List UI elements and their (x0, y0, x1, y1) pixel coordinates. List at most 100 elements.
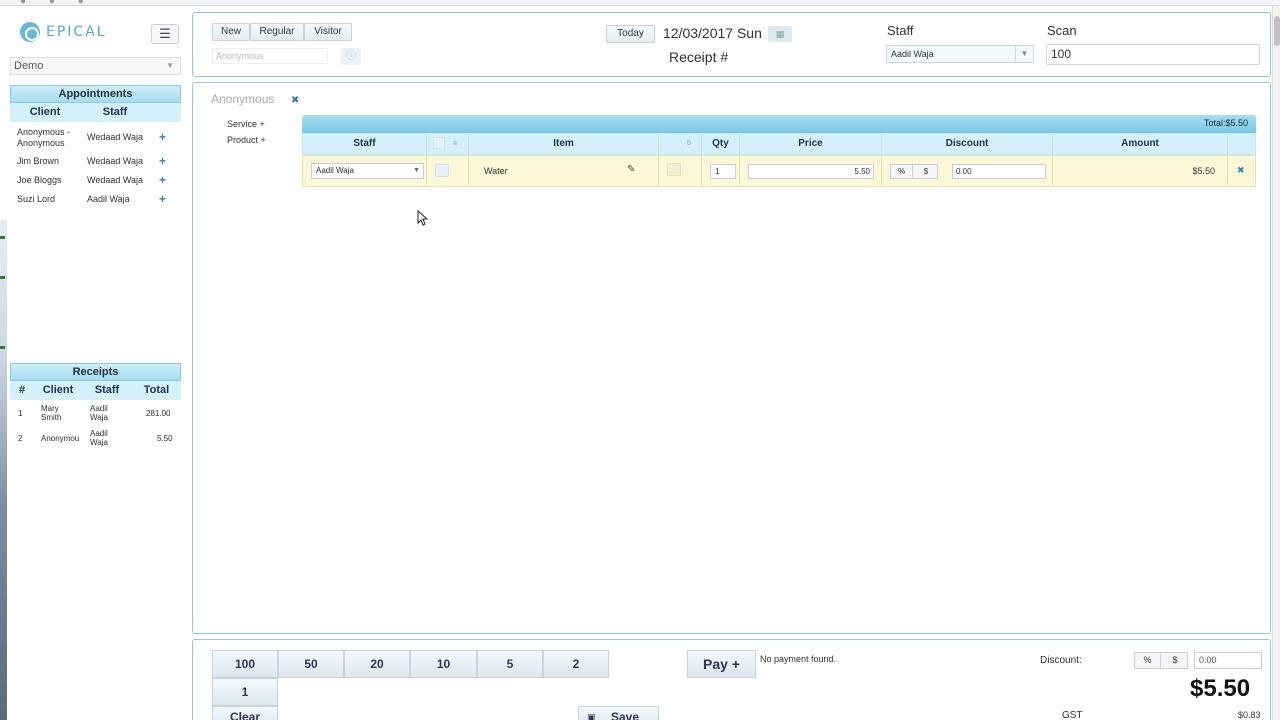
appointments-title: Appointments (10, 85, 181, 103)
cash-2-button[interactable]: 2 (543, 650, 609, 678)
add-appointment-button[interactable]: + (159, 154, 166, 168)
chevron-down-icon: ▼ (166, 61, 174, 70)
new-client-button[interactable]: New (212, 23, 250, 41)
receipts-title: Receipts (10, 363, 181, 381)
add-product-link[interactable]: Product + (227, 135, 266, 145)
page-scrollbar[interactable] (1272, 6, 1280, 720)
receipt-staff: Aadil Waja (90, 429, 108, 447)
appt-staff: Aadil Waja (87, 194, 130, 204)
row-flag-checkbox[interactable] (667, 163, 681, 176)
row-amount: $5.50 (1192, 166, 1215, 176)
background-window-edge (0, 6, 7, 720)
select-all-checkbox[interactable] (433, 137, 445, 149)
cash-50-button[interactable]: 50 (278, 650, 344, 678)
appt-staff: Wedaad Waja (87, 132, 144, 142)
staff-select[interactable]: Aadil Waja ▼ (886, 45, 1034, 63)
col-staff: Staff (94, 384, 120, 396)
cash-1-button[interactable]: 1 (212, 678, 278, 706)
cash-10-button[interactable]: 10 (410, 650, 477, 678)
scan-label: Scan (1047, 23, 1077, 38)
discount-type-toggle: % $ (1134, 652, 1188, 669)
logo-text: EPICAL (46, 24, 107, 40)
col-item: Item (469, 134, 659, 154)
close-icon[interactable]: ✖ (291, 95, 299, 106)
save-label: Save (611, 710, 640, 720)
price-input[interactable]: 5.50 (748, 164, 874, 179)
discount-dollar-button[interactable]: $ (1162, 653, 1188, 668)
col-blank (150, 103, 181, 122)
row-checkbox[interactable] (435, 164, 449, 177)
col-select: ≡ (427, 134, 469, 154)
list-icon: ☰ (159, 26, 171, 41)
location-value: Demo (14, 60, 44, 72)
epical-logo-icon (20, 22, 40, 42)
row-staff-select[interactable]: Aadil Waja ▼ (311, 163, 424, 179)
scan-input[interactable]: 100 (1046, 44, 1260, 65)
col-qty: Qty (702, 134, 740, 154)
add-appointment-button[interactable]: + (159, 173, 166, 187)
regular-client-button[interactable]: Regular (250, 23, 304, 41)
table-row[interactable]: 1 Mary Smith Aadil Waja 281.00 (10, 404, 181, 424)
grand-total: $5.50 (1190, 675, 1251, 702)
pay-button[interactable]: Pay + (687, 650, 756, 678)
discount-label: Discount: (1040, 655, 1082, 666)
browser-address-bar: ● ● ● (0, 0, 1280, 7)
calendar-icon[interactable]: ▦ (768, 26, 792, 42)
scrollbar-thumb[interactable] (1274, 16, 1280, 46)
cash-20-button[interactable]: 20 (344, 650, 410, 678)
appt-staff: Wedaad Waja (87, 175, 144, 185)
qty-input[interactable]: 1 (710, 164, 736, 179)
row-flag-cell (659, 156, 702, 186)
flag-icon: b (687, 140, 691, 147)
col-client: Client (42, 384, 74, 396)
row-select-cell (427, 156, 469, 186)
appointments-header: Client Staff (10, 103, 181, 122)
appt-client: Anonymous - Anonymous (17, 127, 71, 148)
gst-label: GST (1062, 710, 1083, 720)
add-appointment-button[interactable]: + (159, 192, 166, 206)
payment-status: No payment found. (760, 654, 837, 664)
col-total: Total (143, 384, 170, 396)
discount-input[interactable]: 0.00 (952, 164, 1046, 179)
client-tab[interactable]: Anonymous (211, 92, 274, 106)
app-logo: EPICAL (20, 20, 130, 44)
list-menu-button[interactable]: ☰ (151, 24, 179, 44)
appointments-list: Anonymous - Anonymous Wedaad Waja + Jim … (10, 122, 181, 350)
remove-row-icon[interactable]: ✖ (1237, 165, 1245, 176)
cash-100-button[interactable]: 100 (212, 650, 278, 678)
table-row[interactable]: Aadil Waja ▼ Water ✎ 1 5.50 % $ 0.00 $5.… (302, 155, 1256, 187)
discount-type-toggle: % $ (890, 164, 938, 179)
add-appointment-button[interactable]: + (159, 130, 166, 144)
receipt-number: 2 (18, 434, 23, 443)
gst-value: $0.83 (1238, 710, 1261, 720)
col-amount: Amount (1053, 134, 1228, 154)
col-staff: Staff (303, 134, 427, 154)
save-button[interactable]: ▣ Save (578, 706, 659, 720)
visitor-client-button[interactable]: Visitor (304, 23, 352, 41)
today-button[interactable]: Today (606, 25, 655, 43)
receipt-title: Receipt # (669, 49, 729, 65)
receipts-header: # Client Staff Total (10, 381, 181, 400)
receipt-staff: Aadil Waja (90, 404, 108, 422)
receipt-number: 1 (18, 409, 23, 418)
add-service-link[interactable]: Service + (227, 119, 265, 129)
client-search-input[interactable]: Anonymous (212, 48, 328, 64)
appt-client: Suzi Lord (17, 194, 56, 204)
receipt-total: 5.50 (157, 434, 173, 443)
row-amount-cell: $5.50 (1053, 156, 1228, 186)
row-item-name: Water (484, 166, 508, 176)
cash-5-button[interactable]: 5 (477, 650, 543, 678)
col-discount: Discount (882, 134, 1053, 154)
col-price: Price (740, 134, 882, 154)
info-icon[interactable]: ⓘ (341, 48, 361, 65)
pencil-icon[interactable]: ✎ (627, 164, 635, 175)
discount-percent-button[interactable]: % (1135, 653, 1161, 668)
receipt-client: Anonymou (41, 434, 80, 443)
discount-dollar-button[interactable]: $ (915, 165, 937, 178)
appt-client: Joe Bloggs (17, 175, 62, 185)
location-select[interactable]: Demo ▼ (10, 57, 181, 75)
total-discount-input[interactable]: 0.00 (1194, 652, 1262, 669)
table-row[interactable]: 2 Anonymou Aadil Waja 5.50 (10, 429, 181, 449)
clear-button[interactable]: Clear (212, 706, 278, 720)
discount-percent-button[interactable]: % (891, 165, 913, 178)
